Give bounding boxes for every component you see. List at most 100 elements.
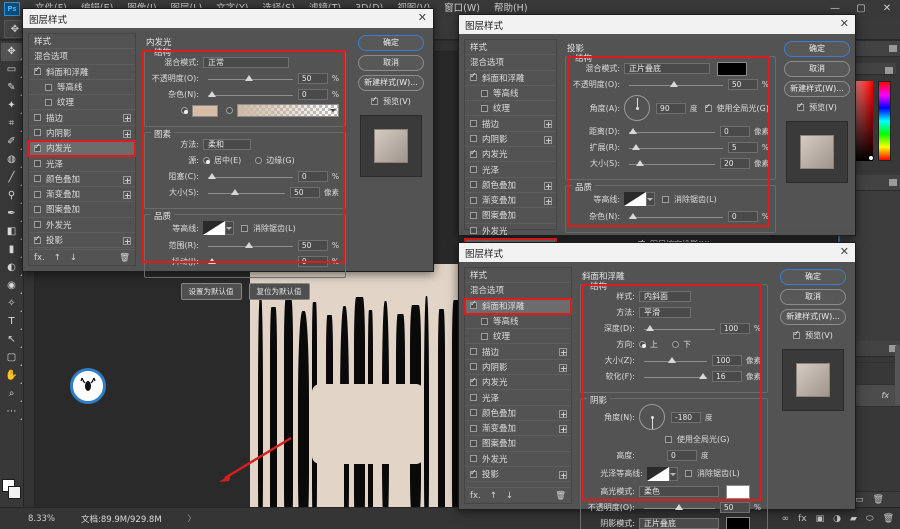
spread-slider[interactable] [629,143,723,153]
add-effect-icon[interactable] [123,130,131,138]
depth-slider[interactable] [644,324,715,334]
effect-checkbox-outerglow[interactable] [470,227,477,234]
effect-checkbox-patternoverlay[interactable] [470,212,477,219]
new-style-button[interactable]: 新建样式(W)... [784,81,850,97]
effects-row-innersh[interactable]: 内阴影 [465,360,571,375]
shadow-color-swatch[interactable] [726,517,750,529]
size-slider[interactable] [644,356,707,366]
highlight-color-swatch[interactable] [726,485,750,499]
anti-alias-checkbox[interactable] [662,196,669,203]
new-layer-icon[interactable]: ⬭ [866,514,874,524]
anti-alias-checkbox[interactable] [241,225,248,232]
delete-icon[interactable]: 🗑 [555,491,566,501]
effect-checkbox-contour[interactable] [481,90,488,97]
add-effect-icon[interactable] [559,348,567,356]
global-light-checkbox[interactable] [665,436,672,443]
effects-row-bevel[interactable]: 斜面和浮雕 [465,299,571,314]
foreground-background-swatches[interactable] [2,479,22,501]
magic-wand-tool[interactable]: ✦ [1,97,23,115]
eyedropper-tool[interactable]: ✐ [1,133,23,151]
glow-gradient-bar[interactable] [237,104,339,117]
effect-checkbox-outerglow[interactable] [34,221,41,228]
effects-row-bevel[interactable]: 斜面和浮雕 [29,65,135,80]
move-tool[interactable]: ✥ [1,43,23,61]
delete-icon[interactable]: 🗑 [883,514,894,524]
effects-row-satin[interactable]: 光泽 [29,156,135,171]
effects-row-patternoverlay[interactable]: 图案叠加 [465,208,556,223]
move-up-icon[interactable]: ↑ [490,491,497,501]
effect-checkbox-contour[interactable] [45,84,52,91]
eraser-tool[interactable]: ◧ [1,223,23,241]
source-edge-radio[interactable] [255,157,262,164]
cancel-button[interactable]: 取消 [358,55,424,71]
effect-checkbox-innerglow[interactable] [470,151,477,158]
altitude-value[interactable]: 0 [667,450,697,461]
glow-gradient-radio[interactable] [226,107,233,114]
technique-select[interactable]: 平滑 [639,307,691,318]
effects-row-texture[interactable]: 纹理 [465,101,556,116]
effects-row-coloroverlay[interactable]: 颜色叠加 [465,178,556,193]
effects-list[interactable]: 样式混合选项斜面和浮雕等高线纹理描边内阴影内发光光泽颜色叠加渐变叠加图案叠加外发… [28,33,136,266]
jitter-slider[interactable] [208,257,293,267]
effect-checkbox-texture[interactable] [45,99,52,106]
effects-row-gradientoverlay[interactable]: 渐变叠加 [465,193,556,208]
soften-value[interactable]: 16 [712,371,742,382]
foreground-color-swatch[interactable] [8,486,21,499]
preview-toggle[interactable]: 预览(V) [793,330,833,341]
effects-row-bevel[interactable]: 斜面和浮雕 [465,71,556,86]
effects-row-innersh[interactable]: 内阴影 [465,132,556,147]
gloss-contour-picker[interactable] [647,467,678,481]
angle-value[interactable]: 90 [656,103,686,114]
close-icon[interactable]: ✕ [840,18,849,30]
effect-checkbox-texture[interactable] [481,333,488,340]
source-center-radio[interactable] [203,157,210,164]
dialog-titlebar[interactable]: 图层样式 ✕ [459,243,855,262]
range-slider[interactable] [208,241,293,251]
add-effect-icon[interactable] [559,425,567,433]
layer-style-dialog-inner-glow[interactable]: 图层样式 ✕ 样式混合选项斜面和浮雕等高线纹理描边内阴影内发光光泽颜色叠加渐变叠… [22,8,434,272]
effects-row-gradientoverlay[interactable]: 渐变叠加 [29,187,135,202]
effect-checkbox-innersh[interactable] [470,363,477,370]
size-value[interactable]: 50 [290,187,320,198]
dialog-titlebar[interactable]: 图层样式 ✕ [459,15,855,34]
contour-picker[interactable] [624,192,655,206]
new-style-button[interactable]: 新建样式(W)... [780,309,846,325]
effect-checkbox-patternoverlay[interactable] [470,440,477,447]
effects-row-dropshadow[interactable]: 投影 [465,467,571,482]
gradient-tool[interactable]: ▮ [1,241,23,259]
effects-row-stroke[interactable]: 描边 [29,110,135,125]
effects-row-patternoverlay[interactable]: 图案叠加 [465,436,571,451]
move-up-icon[interactable]: ↑ [54,253,61,263]
choke-value[interactable]: 0 [298,171,328,182]
anti-alias-checkbox[interactable] [685,470,692,477]
effect-checkbox-innerglow[interactable] [34,145,41,152]
effect-checkbox-dropshadow[interactable] [470,471,477,478]
layer-style-dialog-bevel-emboss[interactable]: 图层样式 ✕ 样式混合选项斜面和浮雕等高线纹理描边内阴影内发光光泽颜色叠加渐变叠… [458,242,856,510]
effect-checkbox-gradientoverlay[interactable] [34,191,41,198]
technique-select[interactable]: 柔和 [203,139,251,150]
effect-checkbox-stroke[interactable] [470,120,477,127]
shadow-mode-select[interactable]: 正片叠底 [639,518,719,529]
effects-row-texture[interactable]: 纹理 [465,329,571,344]
effect-checkbox-coloroverlay[interactable] [470,409,477,416]
add-effect-icon[interactable] [559,364,567,372]
opacity-value[interactable]: 50 [298,73,328,84]
soften-slider[interactable] [644,372,707,382]
effects-row-gradientoverlay[interactable]: 渐变叠加 [465,421,571,436]
ok-button[interactable]: 确定 [784,41,850,57]
global-light-checkbox[interactable] [705,105,712,112]
effects-row-innerglow[interactable]: 内发光 [465,147,556,162]
style-select[interactable]: 内斜面 [639,291,691,302]
crop-tool[interactable]: ⌗ [1,115,23,133]
effect-checkbox-bevel[interactable] [34,68,41,75]
effects-row-stroke[interactable]: 描边 [465,344,571,359]
hand-tool[interactable]: ✋ [1,367,23,385]
blend-mode-select[interactable]: 正片叠底 [624,63,710,74]
effect-checkbox-stroke[interactable] [34,114,41,121]
global-light-check[interactable]: 使用全局光(G) [705,103,769,114]
effect-checkbox-innerglow[interactable] [470,379,477,386]
pen-tool[interactable]: ✧ [1,295,23,313]
effects-row-blending-options[interactable]: 混合选项 [465,283,571,298]
effect-checkbox-outerglow[interactable] [470,455,477,462]
effects-row-innersh[interactable]: 内阴影 [29,126,135,141]
